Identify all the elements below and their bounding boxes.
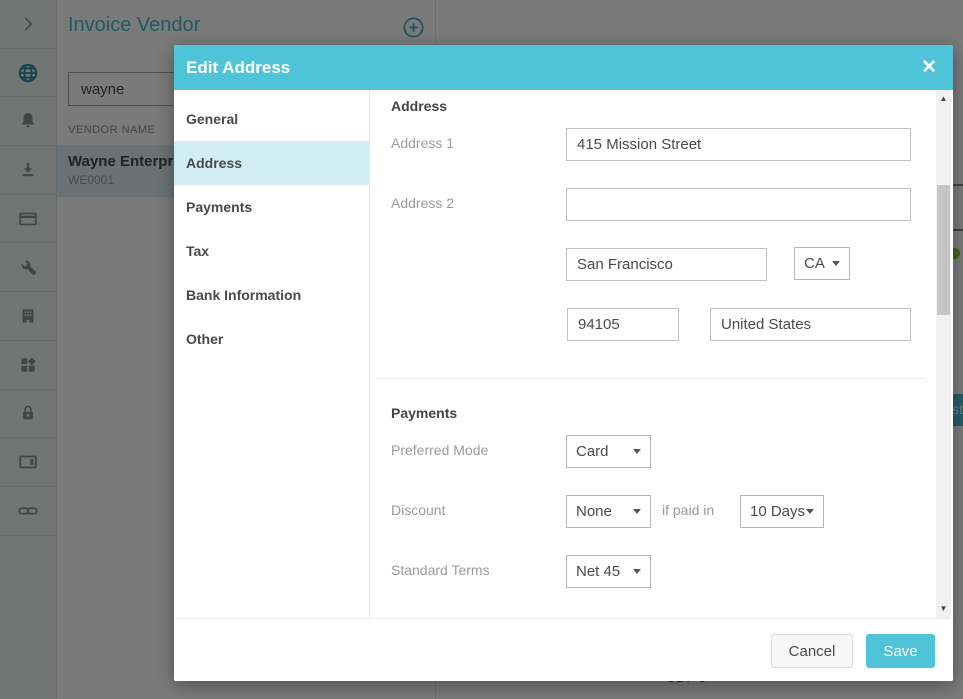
chevron-down-icon [806, 509, 814, 514]
close-icon[interactable]: ✕ [921, 58, 937, 77]
standard-terms-value: Net 45 [576, 563, 620, 580]
tab-payments[interactable]: Payments [174, 185, 369, 229]
payments-section-heading: Payments [391, 405, 457, 421]
edit-address-modal: Edit Address ✕ General Address Payments … [174, 45, 953, 681]
preferred-mode-select[interactable]: Card [566, 435, 651, 468]
modal-title: Edit Address [186, 58, 290, 78]
scroll-down-icon[interactable]: ▼ [936, 602, 951, 616]
save-button[interactable]: Save [866, 634, 935, 668]
discount-period-select[interactable]: 10 Days [740, 495, 824, 528]
chevron-down-icon [832, 261, 840, 266]
address-section-heading: Address [391, 98, 447, 114]
modal-nav: General Address Payments Tax Bank Inform… [174, 90, 370, 618]
chevron-down-icon [633, 509, 641, 514]
address1-label: Address 1 [391, 135, 454, 151]
section-divider [375, 378, 926, 379]
if-paid-in-text: if paid in [662, 502, 714, 518]
tab-other[interactable]: Other [174, 317, 369, 361]
standard-terms-select[interactable]: Net 45 [566, 555, 651, 588]
discount-select[interactable]: None [566, 495, 651, 528]
modal-scrollbar[interactable]: ▲ ▼ [936, 90, 951, 618]
discount-value: None [576, 503, 612, 520]
tab-tax[interactable]: Tax [174, 229, 369, 273]
city-input[interactable] [566, 248, 767, 281]
app-root: Invoice Vendor VENDOR NAME Wayne Enterpr… [0, 0, 963, 699]
address2-input[interactable] [566, 188, 911, 221]
scrollbar-thumb[interactable] [937, 185, 950, 315]
tab-bank-information[interactable]: Bank Information [174, 273, 369, 317]
chevron-down-icon [633, 449, 641, 454]
modal-footer: Cancel Save [174, 618, 953, 681]
preferred-mode-value: Card [576, 443, 609, 460]
cancel-button[interactable]: Cancel [771, 634, 853, 668]
address1-input[interactable] [566, 128, 911, 161]
modal-body: General Address Payments Tax Bank Inform… [174, 90, 953, 618]
scroll-up-icon[interactable]: ▲ [936, 92, 951, 106]
discount-period-value: 10 Days [750, 503, 805, 520]
modal-header: Edit Address ✕ [174, 45, 953, 90]
state-select-value: CA [804, 255, 825, 272]
discount-label: Discount [391, 502, 445, 518]
standard-terms-label: Standard Terms [391, 562, 490, 578]
state-select[interactable]: CA [794, 247, 850, 280]
tab-general[interactable]: General [174, 97, 369, 141]
country-input[interactable] [710, 308, 911, 341]
tab-address[interactable]: Address [174, 141, 369, 185]
preferred-mode-label: Preferred Mode [391, 442, 488, 458]
address2-label: Address 2 [391, 195, 454, 211]
chevron-down-icon [633, 569, 641, 574]
zip-input[interactable] [567, 308, 679, 341]
modal-content: Address Address 1 Address 2 CA Payments … [370, 90, 936, 618]
